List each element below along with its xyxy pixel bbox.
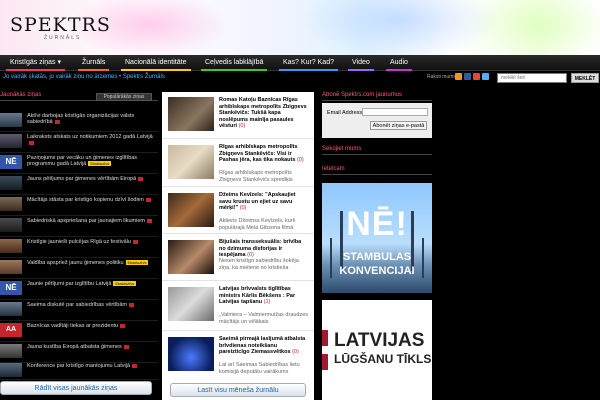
exclusive-badge: Ekskluzīvs: [125, 260, 149, 266]
search-button[interactable]: MEKLĒT: [571, 73, 599, 83]
article-thumbnail: [168, 145, 214, 179]
list-item[interactable]: Valdība apspriež jaunu ģimenes politiku E…: [0, 259, 158, 279]
comment-icon: [123, 344, 129, 349]
list-item[interactable]: Jauna kustība Eiropā atbalsta ģimenes: [0, 343, 158, 363]
subscribe-box: Email Address Abonēt ziņas e-pastā: [322, 103, 432, 138]
empty-sidebar: [436, 90, 600, 400]
exclusive-badge: Ekskluzīvs: [88, 161, 112, 167]
journal-item[interactable]: Bijušais transseksuālis: brīvība no dzim…: [162, 234, 314, 281]
nav-item-celvedis[interactable]: Ceļvedis labklājībā: [201, 55, 268, 71]
news-thumbnail: NĒ: [0, 155, 22, 169]
email-icon[interactable]: [473, 73, 480, 80]
journal-item[interactable]: Džeims Kevīzels: "Apskaujiet savu krustu…: [162, 187, 314, 234]
list-item[interactable]: Jauns pētījums par ģimenes vērtībām Eiro…: [0, 175, 158, 195]
istanbul-convention-banner[interactable]: NĒ! STAMBULAS KONVENCIJAI: [322, 183, 432, 293]
comment-icon: [54, 119, 60, 124]
list-item[interactable]: Sabiedriskā apspriešana par jaunajiem li…: [0, 217, 158, 237]
journal-item[interactable]: Latvijas brīvvalsts tiglītības ministrs …: [162, 281, 314, 331]
banner-title: NĒ!: [346, 205, 408, 243]
nav-item-zurnals[interactable]: Žurnāls: [78, 55, 110, 71]
article-thumbnail: [168, 287, 214, 321]
news-thumbnail: [0, 176, 22, 190]
latvian-flag-icon: [322, 330, 328, 370]
main-nav: Kristīgās ziņas ▾ Žurnāls Nacionālā iden…: [0, 55, 600, 71]
share-label: Raksti mums: [427, 74, 456, 80]
article-thumbnail: [168, 240, 214, 274]
banner-subtitle: KONVENCIJAI: [339, 265, 415, 277]
comment-icon: [132, 239, 138, 244]
banner-title: LATVIJAS: [334, 330, 425, 351]
journal-item[interactable]: Saeimā pirmajā lasījumā atbalsta brīvdie…: [162, 331, 314, 379]
twitter-icon[interactable]: [482, 73, 489, 80]
comment-icon: [120, 323, 126, 328]
nav-item-video[interactable]: Video: [348, 55, 374, 71]
article-thumbnail: [168, 337, 214, 371]
news-thumbnail: AA: [0, 323, 22, 337]
facebook-icon[interactable]: [464, 73, 471, 80]
prayer-network-banner[interactable]: LATVIJAS LŪGŠANU TĪKLS: [322, 300, 432, 400]
nav-item-audio[interactable]: Audio: [386, 55, 412, 71]
news-thumbnail: [0, 302, 22, 316]
site-header: SPEKTRS ŽURNĀLS: [0, 0, 600, 55]
article-thumbnail: [168, 97, 214, 131]
rss-icon[interactable]: [455, 73, 462, 80]
news-thumbnail: NĒ: [0, 281, 22, 295]
list-item[interactable]: AA Baznīcas vadītāji tiekas ar prezidentu: [0, 322, 158, 342]
news-thumbnail: [0, 239, 22, 253]
comment-icon: [132, 363, 138, 368]
nav-item-kristigas-zinas[interactable]: Kristīgās ziņas ▾: [6, 55, 65, 71]
site-logo-subtitle: ŽURNĀLS: [44, 35, 82, 41]
news-thumbnail: [0, 363, 22, 377]
comment-icon: [128, 302, 134, 307]
list-item[interactable]: Konference par kristīgo mantojumu Latvij…: [0, 362, 158, 380]
journal-column: Romas Katoļu Baznīcas Rīgas arhibīskaps …: [162, 92, 314, 400]
list-item[interactable]: Mācītājs stāsta par kristīgo kopienu dzī…: [0, 196, 158, 216]
comment-icon: [147, 218, 153, 223]
tab-popular-news[interactable]: Populārākās ziņas: [96, 93, 152, 101]
follow-header: Sekojiet mums: [322, 146, 432, 155]
news-thumbnail: [0, 113, 22, 127]
news-ticker[interactable]: Jo vairāk skatās, jo vairāk ziņu no ārze…: [3, 74, 165, 80]
nav-item-kas-kur-kad[interactable]: Kas? Kur? Kad?: [279, 55, 338, 71]
subscribe-header: Abonē Spektrs.com jaunumus: [322, 92, 432, 101]
news-thumbnail: [0, 134, 22, 148]
list-item[interactable]: NĒ Jaunie pētījumi par izglītību Latvijā E…: [0, 280, 158, 300]
list-item[interactable]: Aktīvi darbojas kristīgās organizācijas …: [0, 112, 158, 132]
news-thumbnail: [0, 218, 22, 232]
news-thumbnail: [0, 260, 22, 274]
read-month-journal-button[interactable]: Lasīt visu mēneša žurnālu: [170, 383, 306, 397]
journal-item[interactable]: Rīgas arhibīskaps metropolīts Zbigņevs S…: [162, 139, 314, 187]
comment-icon: [29, 140, 34, 145]
subscribe-button[interactable]: Abonēt ziņas e-pastā: [370, 121, 427, 130]
exclusive-badge: Ekskluzīvs: [113, 281, 137, 287]
news-thumbnail: [0, 197, 22, 211]
article-thumbnail: [168, 193, 214, 227]
recommend-header: Ieteicam: [322, 166, 432, 175]
nav-item-nacionala-identitate[interactable]: Nacionālā identitāte: [121, 55, 191, 71]
show-all-latest-button[interactable]: Rādīt visas jaunākās ziņas: [0, 381, 152, 395]
list-item[interactable]: Kristīgie jaunieši pulcējas Rīgā uz fest…: [0, 238, 158, 258]
banner-subtitle: LŪGŠANU TĪKLS: [334, 352, 432, 366]
list-item[interactable]: NĒ Paziņojums par vecāku un ģimenes izglī…: [0, 154, 158, 174]
site-logo[interactable]: SPEKTRS: [10, 14, 111, 36]
search-input[interactable]: [497, 73, 567, 83]
header-decoration: [470, 0, 600, 55]
email-label: Email Address: [327, 110, 363, 116]
list-item[interactable]: Saeima diskutē par sabiedrības vērtībām: [0, 301, 158, 321]
comment-icon: [138, 176, 144, 181]
banner-subtitle: STAMBULAS: [342, 251, 412, 263]
news-thumbnail: [0, 344, 22, 358]
email-field[interactable]: [362, 108, 428, 116]
comment-icon: [145, 197, 151, 202]
journal-item[interactable]: Romas Katoļu Baznīcas Rīgas arhibīskaps …: [162, 92, 314, 139]
list-item[interactable]: Laikraksts atskats uz notikumiem 2012 ga…: [0, 133, 158, 153]
